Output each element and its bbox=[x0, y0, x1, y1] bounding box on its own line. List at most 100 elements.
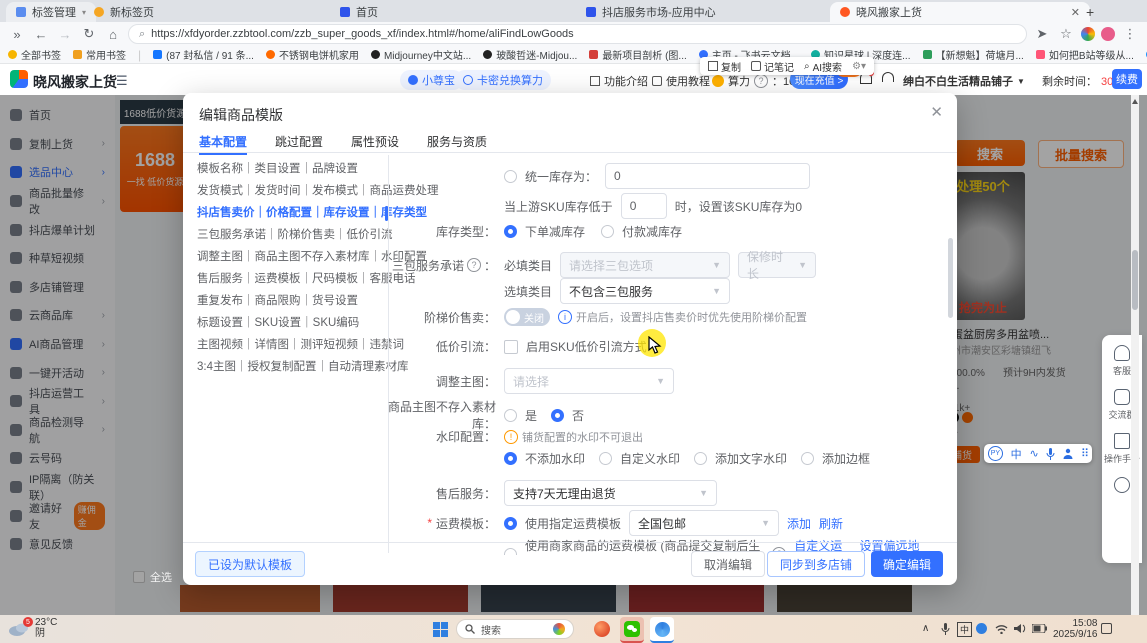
scroll-up-arrow[interactable] bbox=[1132, 99, 1138, 104]
gear-icon[interactable]: ⚙▾ bbox=[852, 61, 866, 72]
account-avatar[interactable] bbox=[1101, 27, 1115, 41]
bookmark-star-icon[interactable]: ☆ bbox=[1057, 26, 1075, 42]
low-price-checkbox[interactable] bbox=[504, 340, 518, 354]
taskbar-app-browser[interactable] bbox=[650, 617, 674, 643]
radio-text-watermark[interactable] bbox=[694, 452, 707, 465]
radio-yes[interactable] bbox=[504, 409, 517, 422]
confirm-edit-button[interactable]: 确定编辑 bbox=[871, 551, 943, 577]
helper-item-service[interactable]: 客服 bbox=[1113, 345, 1131, 377]
helper-item-extra[interactable] bbox=[1114, 477, 1130, 493]
sync-multi-shop-button[interactable]: 同步到多店铺 bbox=[767, 551, 865, 577]
bookmark-item[interactable]: 【新想魁】荷塘月... bbox=[923, 47, 1024, 62]
tray-speaker-icon[interactable] bbox=[1014, 623, 1026, 634]
cancel-edit-button[interactable]: 取消编辑 bbox=[691, 551, 765, 577]
bookmark-item[interactable]: 常用书签 bbox=[73, 47, 126, 62]
kami-exchange-button[interactable]: 卡密兑换算力 bbox=[455, 70, 551, 90]
send-icon[interactable]: ➤ bbox=[1033, 26, 1051, 42]
copy-button[interactable]: 复制 bbox=[708, 59, 741, 74]
radio-unified-stock[interactable] bbox=[504, 170, 517, 183]
bookmark-item[interactable]: 全部书签 bbox=[8, 47, 61, 62]
mic-icon[interactable] bbox=[1046, 448, 1055, 460]
add-link[interactable]: 添加 bbox=[787, 515, 811, 532]
ai-search-button[interactable]: ⌕AI搜索 bbox=[804, 59, 842, 74]
menu-item-aftersale[interactable]: 售后服务｜运费模板｜尺码模板｜客服电话 bbox=[197, 273, 387, 286]
taskbar-weather[interactable]: 5 23°C 阴 bbox=[8, 617, 57, 639]
forward-icon[interactable]: → bbox=[56, 27, 74, 42]
bookmark-item[interactable]: 最新项目剖析 (图... bbox=[589, 47, 686, 62]
headset-icon[interactable] bbox=[882, 72, 894, 82]
menu-item-repeat-publish[interactable]: 重复发布｜商品限购｜货号设置 bbox=[197, 295, 387, 308]
freight-template-select[interactable]: 全国包邮▼ bbox=[629, 510, 779, 536]
address-bar[interactable]: ⌕ https://xfdyorder.zzbtool.com/zzb_supe… bbox=[128, 24, 1027, 44]
three-pack-optional-select[interactable]: 不包含三包服务▼ bbox=[560, 278, 730, 304]
chinese-mode-icon[interactable]: 中 bbox=[1011, 446, 1022, 462]
tray-notification-icon[interactable] bbox=[1101, 623, 1112, 634]
bookmark-item[interactable]: (87 封私信 / 91 条... bbox=[153, 47, 254, 62]
collapse-menu-icon[interactable]: ☰ bbox=[116, 73, 128, 89]
bookmark-item[interactable]: 不锈钢电饼机家用 bbox=[266, 47, 359, 62]
tab-skip-config[interactable]: 跳过配置 bbox=[275, 129, 323, 153]
grid-icon[interactable]: ⠿ bbox=[1081, 447, 1088, 460]
bookmark-item[interactable]: 如何把B站等级从... bbox=[1036, 47, 1134, 62]
tier-price-toggle[interactable]: 关闭 bbox=[504, 308, 550, 326]
bookmark-item[interactable]: Midjourney中文站... bbox=[371, 47, 471, 62]
tab-doudian-market[interactable]: 抖店服务市场-应用中心 bbox=[576, 2, 831, 22]
taskbar-app-wechat[interactable] bbox=[620, 617, 644, 643]
unified-stock-input[interactable]: 0 bbox=[605, 163, 810, 189]
taskbar-app-flower[interactable] bbox=[590, 617, 614, 641]
overflow-chevron-icon[interactable]: » bbox=[8, 27, 26, 42]
tray-chevron-up-icon[interactable]: ∧ bbox=[922, 623, 929, 634]
scrollbar-thumb[interactable] bbox=[1132, 250, 1138, 310]
back-icon[interactable]: ← bbox=[32, 27, 50, 42]
default-template-button[interactable]: 已设为默认模板 bbox=[195, 551, 305, 577]
xiaozunbao-button[interactable]: 小尊宝 bbox=[400, 70, 463, 90]
tab-home[interactable]: 首页 bbox=[330, 2, 575, 22]
renew-button[interactable]: 续费 bbox=[1112, 69, 1142, 89]
refresh-icon[interactable]: ↻ bbox=[80, 26, 98, 42]
tab-service-qual[interactable]: 服务与资质 bbox=[427, 129, 487, 153]
pinyin-icon[interactable]: PY bbox=[988, 446, 1003, 461]
menu-item-price-stock[interactable]: 抖店售卖价｜价格配置｜库存设置｜库存类型 bbox=[197, 207, 387, 220]
tray-mic-icon[interactable] bbox=[941, 623, 950, 635]
menu-item-main-image[interactable]: 调整主图｜商品主图不存入素材库｜水印配置 bbox=[197, 251, 387, 264]
help-icon[interactable]: ? bbox=[754, 74, 768, 88]
radio-order-decrement[interactable] bbox=[504, 225, 517, 238]
radio-custom-watermark[interactable] bbox=[599, 452, 612, 465]
aftersale-select[interactable]: 支持7天无理由退货▼ bbox=[504, 480, 717, 506]
close-icon[interactable]: ✕ bbox=[1071, 6, 1080, 19]
adjust-main-select[interactable]: 请选择▼ bbox=[504, 368, 674, 394]
warranty-duration-select[interactable]: 保修时长▼ bbox=[738, 252, 816, 278]
radio-pay-decrement[interactable] bbox=[601, 225, 614, 238]
radio-specified-freight[interactable] bbox=[504, 517, 517, 530]
home-icon[interactable]: ⌂ bbox=[104, 27, 122, 42]
tray-clock[interactable]: 15:08 2025/9/16 bbox=[1053, 618, 1098, 640]
bookmark-item[interactable]: 玻酸哲迷-Midjou... bbox=[483, 47, 577, 62]
profile-avatar[interactable] bbox=[1081, 27, 1095, 41]
tab-basic-config[interactable]: 基本配置 bbox=[199, 129, 247, 155]
page-scrollbar[interactable] bbox=[1131, 95, 1139, 615]
tray-app-icon[interactable] bbox=[976, 623, 987, 634]
menu-item-template-name[interactable]: 模板名称｜类目设置｜品牌设置 bbox=[197, 163, 387, 176]
modal-scrollbar-thumb[interactable] bbox=[948, 238, 953, 318]
menu-item-title-sku[interactable]: 标题设置｜SKU设置｜SKU编码 bbox=[197, 317, 387, 330]
tray-ime-indicator[interactable]: 中 bbox=[957, 622, 972, 637]
menu-item-34-image[interactable]: 3:4主图｜授权复制配置｜自动清理素材库 bbox=[197, 361, 387, 374]
menu-icon[interactable]: ⋮ bbox=[1121, 26, 1139, 42]
start-button[interactable] bbox=[428, 617, 452, 641]
radio-no[interactable] bbox=[551, 409, 564, 422]
radio-no-watermark[interactable] bbox=[504, 452, 517, 465]
three-pack-required-select[interactable]: 请选择三包选项▼ bbox=[560, 252, 730, 278]
refresh-link[interactable]: 刷新 bbox=[819, 515, 843, 532]
menu-item-ship-mode[interactable]: 发货模式｜发货时间｜发布模式｜商品运费处理 bbox=[197, 185, 387, 198]
help-icon[interactable]: ? bbox=[467, 258, 481, 272]
taskbar-search[interactable]: 搜索 bbox=[456, 619, 574, 639]
shop-selector[interactable]: 绅白不白生活精品铺子▼ bbox=[903, 73, 1025, 89]
menu-item-three-pack[interactable]: 三包服务承诺｜阶梯价售卖｜低价引流 bbox=[197, 229, 387, 242]
note-button[interactable]: 记笔记 bbox=[751, 59, 794, 74]
tutorial-button[interactable]: 使用教程 bbox=[652, 73, 710, 89]
tab-new-tab[interactable]: 新标签页 bbox=[84, 2, 329, 22]
new-tab-button[interactable]: + bbox=[1086, 4, 1094, 20]
radio-border[interactable] bbox=[801, 452, 814, 465]
tab-xiaofeng-active[interactable]: 晓风搬家上货 ✕ bbox=[830, 2, 1090, 22]
feature-intro-button[interactable]: 功能介绍 bbox=[590, 73, 648, 89]
